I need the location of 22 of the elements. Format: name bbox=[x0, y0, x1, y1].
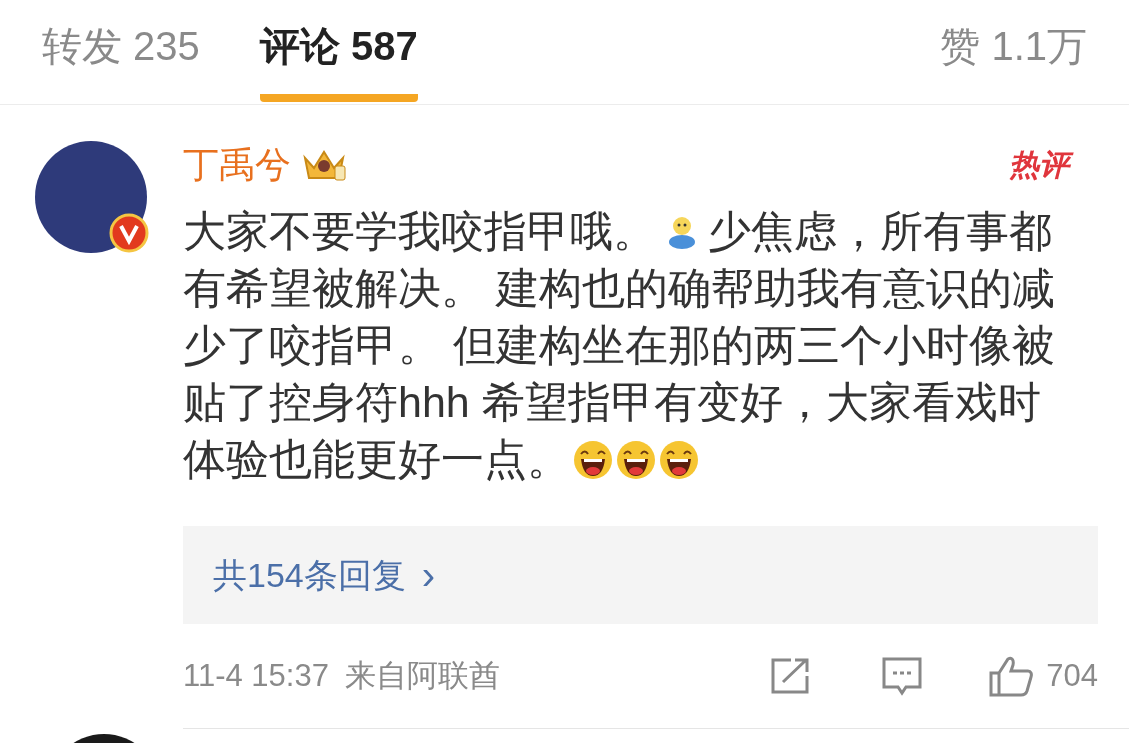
laughing-emoji-icon bbox=[659, 439, 699, 480]
comment-time: 11-4 15:37 bbox=[183, 656, 329, 695]
tab[interactable]: 评论 587 bbox=[259, 16, 418, 102]
comment-text: 体验也能更好一点。 bbox=[183, 434, 570, 485]
laughing-emoji-icon bbox=[573, 439, 613, 480]
comment-text: 贴了控身符hhh 希望指甲有变好，大家看戏时 bbox=[183, 377, 1041, 428]
laughing-emoji-icon bbox=[616, 439, 656, 480]
hot-comment-label: 热评 bbox=[1003, 145, 1075, 185]
comment-text: 少焦虑，所有事都 bbox=[708, 206, 1052, 257]
comment-source: 来自阿联酋 bbox=[344, 656, 500, 695]
username[interactable]: 丁禹兮 bbox=[183, 138, 291, 192]
crown-icon bbox=[301, 148, 347, 182]
comment-text: 少了咬指甲。 但建构坐在那的两三个小时像被 bbox=[183, 320, 1055, 371]
tab[interactable]: 转发 235 bbox=[42, 16, 200, 102]
share-icon[interactable] bbox=[769, 656, 812, 696]
comment-text: 有希望被解决。 建构也的确帮助我有意识的减 bbox=[183, 263, 1055, 314]
thumbs-up-icon bbox=[988, 655, 1035, 697]
replies-link[interactable]: 共154条回复 › bbox=[213, 545, 436, 605]
comment-icon[interactable] bbox=[881, 655, 924, 697]
comment-text: 大家不要学我咬指甲哦。 bbox=[183, 206, 656, 257]
tab[interactable]: 赞 1.1万 bbox=[940, 16, 1087, 102]
like-button[interactable]: 704 bbox=[988, 652, 1098, 700]
